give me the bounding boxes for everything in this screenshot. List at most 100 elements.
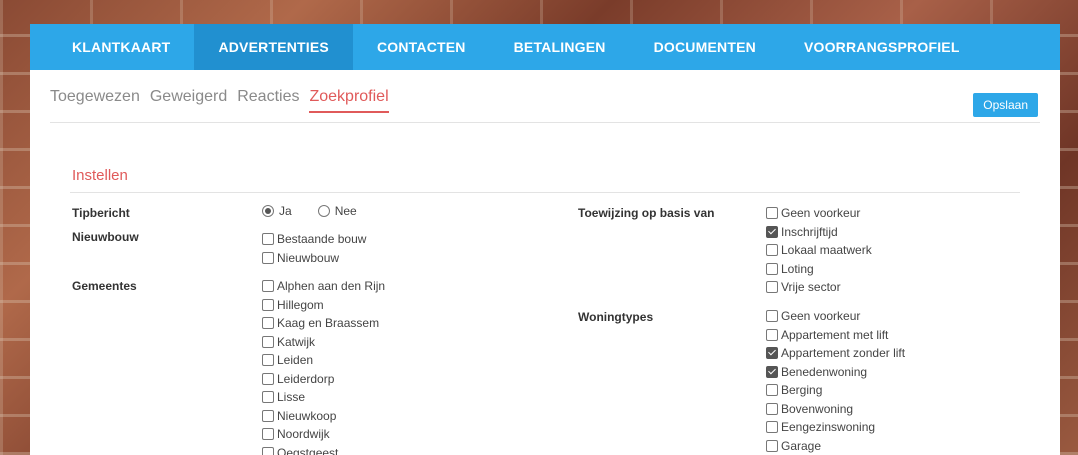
save-button[interactable]: Opslaan [973, 93, 1038, 117]
gemeentes-label: Gemeentes [72, 279, 137, 293]
option-label: Nieuwkoop [277, 408, 337, 423]
tipbericht-radio-group: Ja Nee [262, 204, 357, 218]
option-label: Loting [781, 261, 814, 276]
checkbox-checked[interactable] [766, 225, 778, 238]
checkbox-item[interactable]: Bestaande bouw [262, 230, 366, 249]
checkbox-item[interactable]: Lokaal maatwerk [766, 241, 872, 260]
option-label: Benedenwoning [781, 364, 868, 379]
checkbox-item[interactable]: Lisse [262, 388, 385, 407]
checkbox[interactable] [766, 384, 778, 397]
option-label: Lokaal maatwerk [781, 243, 872, 258]
nieuwbouw-options: Bestaande bouw Nieuwbouw [262, 230, 366, 267]
toewijzing-label: Toewijzing op basis van [578, 206, 715, 220]
checkbox[interactable] [262, 335, 274, 348]
radio-button[interactable] [317, 205, 330, 217]
checkbox-item[interactable]: Alphen aan den Rijn [262, 277, 385, 296]
app-window: KLANTKAART ADVERTENTIES CONTACTEN BETALI… [30, 24, 1060, 455]
checkbox[interactable] [766, 281, 778, 294]
checkbox-item[interactable]: Nieuwkoop [262, 407, 385, 426]
option-label: Leiderdorp [277, 371, 335, 386]
checkbox-item[interactable]: Geen voorkeur [766, 204, 872, 223]
nav-klantkaart[interactable]: KLANTKAART [48, 24, 194, 70]
option-label: Alphen aan den Rijn [277, 279, 386, 294]
nav-voorrangsprofiel[interactable]: VOORRANGSPROFIEL [780, 24, 984, 70]
checkbox[interactable] [766, 310, 778, 323]
option-label: Bestaande bouw [277, 232, 367, 247]
checkbox-item[interactable]: Loting [766, 260, 872, 279]
checkbox-item[interactable]: Garage [766, 437, 905, 455]
option-label: Vrije sector [781, 280, 841, 295]
option-label: Garage [781, 438, 822, 453]
tipbericht-label: Tipbericht [72, 206, 130, 220]
checkbox-checked[interactable] [766, 347, 778, 360]
checkbox[interactable] [766, 421, 778, 434]
tab-reacties[interactable]: Reacties [237, 88, 299, 111]
checkbox-item[interactable]: Benedenwoning [766, 363, 905, 382]
checkbox[interactable] [766, 262, 778, 275]
checkbox[interactable] [766, 402, 778, 415]
checkbox-item[interactable]: Leiderdorp [262, 370, 385, 389]
nav-documenten[interactable]: DOCUMENTEN [630, 24, 780, 70]
tab-geweigerd[interactable]: Geweigerd [150, 88, 227, 111]
nav-advertenties[interactable]: ADVERTENTIES [194, 24, 353, 70]
nav-betalingen[interactable]: BETALINGEN [490, 24, 630, 70]
checkbox-item[interactable]: Vrije sector [766, 278, 872, 297]
tipbericht-option-ja[interactable]: Ja [262, 204, 292, 218]
option-label: Berging [781, 383, 823, 398]
woningtypes-label: Woningtypes [578, 310, 654, 324]
checkbox-item[interactable]: Bovenwoning [766, 400, 905, 419]
option-label: Nieuwbouw [277, 250, 340, 265]
checkbox-item[interactable]: Leiden [262, 351, 385, 370]
checkbox[interactable] [262, 409, 274, 422]
option-label: Leiden [277, 353, 314, 368]
tab-toegewezen[interactable]: Toegewezen [50, 88, 140, 111]
checkbox[interactable] [262, 354, 274, 367]
checkbox-item[interactable]: Berging [766, 381, 905, 400]
checkbox[interactable] [262, 372, 274, 385]
sub-tabs: Toegewezen Geweigerd Reacties Zoekprofie… [50, 88, 1040, 123]
option-label: Nee [334, 204, 357, 218]
checkbox[interactable] [262, 251, 274, 264]
nieuwbouw-label: Nieuwbouw [72, 230, 139, 244]
checkbox-item[interactable]: Inschrijftijd [766, 223, 872, 242]
option-label: Lisse [277, 390, 306, 405]
checkbox[interactable] [766, 207, 778, 220]
option-label: Geen voorkeur [781, 206, 861, 221]
checkbox-item[interactable]: Appartement met lift [766, 326, 905, 345]
checkbox-item[interactable]: Kaag en Braassem [262, 314, 385, 333]
checkbox[interactable] [262, 446, 274, 455]
option-label: Oegstgeest [277, 445, 339, 455]
checkbox-item[interactable]: Eengezinswoning [766, 418, 905, 437]
nav-contacten[interactable]: CONTACTEN [353, 24, 490, 70]
toewijzing-options: Geen voorkeur Inschrijftijd Lokaal maatw… [766, 204, 872, 297]
checkbox[interactable] [766, 439, 778, 452]
checkbox-item[interactable]: Geen voorkeur [766, 307, 905, 326]
option-label: Appartement met lift [781, 327, 889, 342]
checkbox-checked[interactable] [766, 365, 778, 378]
checkbox[interactable] [262, 280, 274, 293]
option-label: Inschrijftijd [781, 224, 838, 239]
checkbox-item[interactable]: Hillegom [262, 296, 385, 315]
option-label: Noordwijk [277, 427, 330, 442]
option-label: Kaag en Braassem [277, 316, 380, 331]
option-label: Eengezinswoning [781, 420, 876, 435]
tab-zoekprofiel[interactable]: Zoekprofiel [309, 88, 389, 113]
tipbericht-option-nee[interactable]: Nee [317, 204, 357, 218]
checkbox[interactable] [262, 233, 274, 246]
option-label: Hillegom [277, 297, 324, 312]
checkbox[interactable] [766, 328, 778, 341]
checkbox[interactable] [262, 298, 274, 311]
radio-button[interactable] [262, 205, 274, 217]
checkbox[interactable] [262, 428, 274, 441]
checkbox[interactable] [262, 391, 274, 404]
checkbox-item[interactable]: Appartement zonder lift [766, 344, 905, 363]
checkbox-item[interactable]: Oegstgeest [262, 444, 385, 455]
checkbox-item[interactable]: Noordwijk [262, 425, 385, 444]
checkbox-item[interactable]: Nieuwbouw [262, 249, 366, 268]
checkbox[interactable] [766, 244, 778, 257]
option-label: Bovenwoning [781, 401, 854, 416]
checkbox-item[interactable]: Katwijk [262, 333, 385, 352]
top-navigation: KLANTKAART ADVERTENTIES CONTACTEN BETALI… [30, 24, 1060, 70]
checkbox[interactable] [262, 317, 274, 330]
option-label: Appartement zonder lift [781, 346, 906, 361]
